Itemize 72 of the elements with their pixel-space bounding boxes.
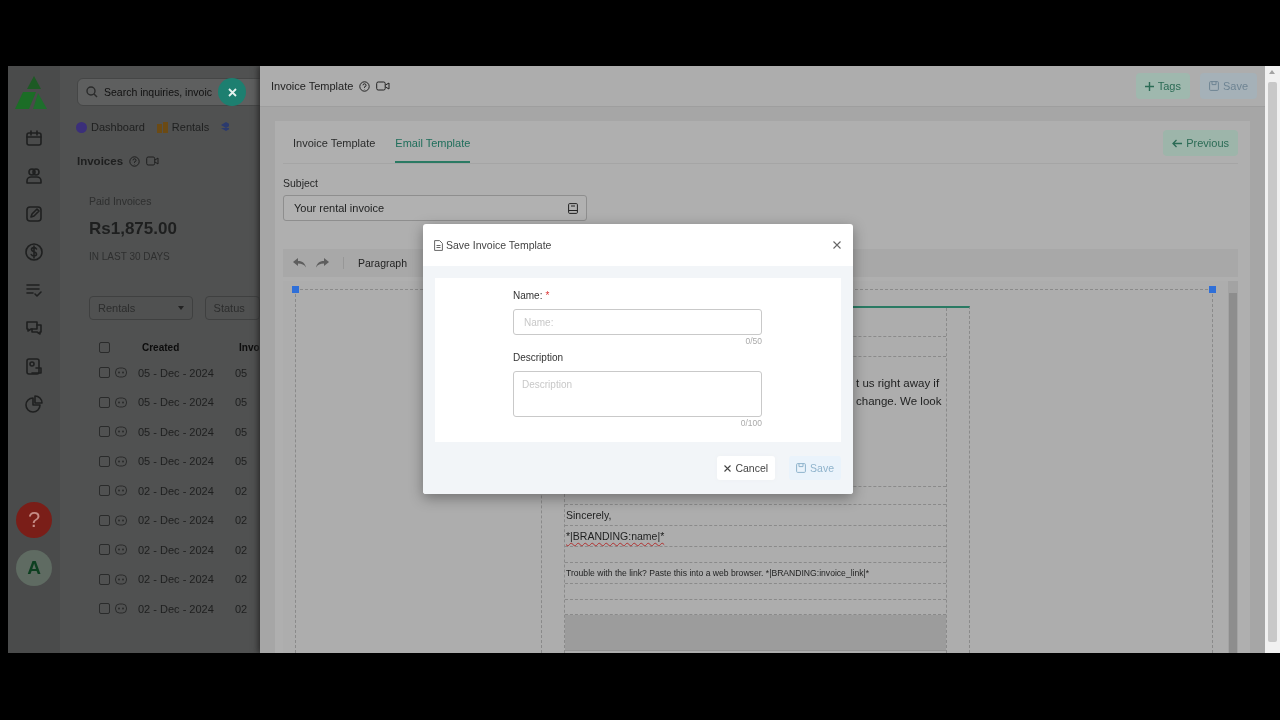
footer-text: Trouble with the link? Paste this into a web browser. *|BRANDING:invoice_link|* — [565, 567, 870, 580]
layers-icon[interactable] — [221, 121, 230, 133]
robot-icon — [114, 396, 128, 408]
sign-off-text: Sincerely, — [565, 508, 612, 523]
help-button[interactable]: ? — [16, 502, 52, 538]
field-label: Subject — [283, 177, 320, 189]
close-icon — [724, 464, 732, 472]
robot-icon — [114, 426, 128, 438]
search-icon — [86, 86, 98, 98]
people-icon[interactable] — [24, 166, 44, 186]
id-card-icon[interactable] — [24, 356, 44, 376]
checkbox[interactable] — [99, 514, 110, 526]
field-label: Description — [513, 352, 564, 363]
tab[interactable]: Invoice Template — [293, 125, 376, 163]
merge-tag-text: *|BRANDING:name|* — [565, 529, 666, 544]
subject-field[interactable]: Your rental invoice — [283, 195, 587, 221]
checkbox[interactable] — [99, 341, 110, 353]
checkbox[interactable] — [99, 396, 110, 408]
save-icon — [796, 463, 807, 473]
cancel-button[interactable]: Cancel — [717, 456, 776, 480]
field-label: Name: — [513, 290, 543, 301]
robot-icon — [114, 544, 128, 556]
close-icon[interactable] — [833, 241, 841, 249]
character-counter: 0/100 — [739, 418, 762, 428]
body-text: change. We look — [856, 394, 943, 409]
robot-icon — [114, 514, 128, 526]
book-icon[interactable] — [568, 202, 578, 214]
selection-handle[interactable] — [292, 286, 299, 293]
help-icon[interactable] — [129, 155, 141, 167]
block-format-dropdown[interactable]: Paragraph — [343, 257, 408, 269]
calendar-icon[interactable] — [24, 128, 44, 148]
tab[interactable]: Email Template — [395, 125, 471, 163]
plus-icon — [1144, 81, 1154, 91]
robot-icon — [114, 573, 128, 585]
character-counter: 0/50 — [744, 336, 762, 346]
video-icon[interactable] — [376, 81, 391, 91]
undo-icon[interactable] — [293, 258, 306, 268]
user-avatar[interactable]: A — [16, 550, 52, 586]
building-icon — [156, 121, 168, 133]
checkbox[interactable] — [99, 455, 110, 467]
body-text: t us right away if — [856, 376, 941, 391]
robot-icon — [114, 485, 128, 497]
checkbox[interactable] — [99, 573, 110, 585]
robot-icon — [114, 367, 128, 379]
save-icon — [1208, 81, 1219, 91]
checkbox[interactable] — [99, 485, 110, 497]
robot-icon — [114, 603, 128, 615]
checkbox[interactable] — [99, 544, 110, 556]
required-mark: * — [545, 290, 550, 301]
help-icon[interactable] — [359, 80, 371, 92]
column-header: Created — [142, 341, 181, 353]
tags-button[interactable]: Tags — [1135, 73, 1190, 99]
robot-icon — [114, 455, 128, 467]
document-icon — [434, 239, 443, 251]
redo-icon[interactable] — [316, 258, 329, 268]
drawer-title: Invoice Template — [271, 80, 354, 92]
checkbox[interactable] — [99, 367, 110, 379]
dialog-title: Save Invoice Template — [446, 239, 553, 251]
chat-icon[interactable] — [24, 318, 44, 338]
pie-chart-icon[interactable] — [24, 394, 44, 414]
previous-button[interactable]: Previous — [1163, 130, 1238, 156]
selection-handle[interactable] — [1209, 286, 1216, 293]
scrollbar[interactable] — [1268, 82, 1277, 642]
column-header: Invo — [239, 341, 260, 353]
checkbox[interactable] — [99, 603, 110, 615]
scrollbar[interactable] — [1228, 281, 1238, 653]
dollar-icon[interactable] — [24, 242, 44, 262]
arrow-left-icon — [1172, 138, 1183, 148]
edit-icon[interactable] — [24, 204, 44, 224]
close-icon — [227, 87, 237, 97]
checkbox[interactable] — [99, 426, 110, 438]
scroll-up-icon[interactable] — [1269, 70, 1275, 74]
